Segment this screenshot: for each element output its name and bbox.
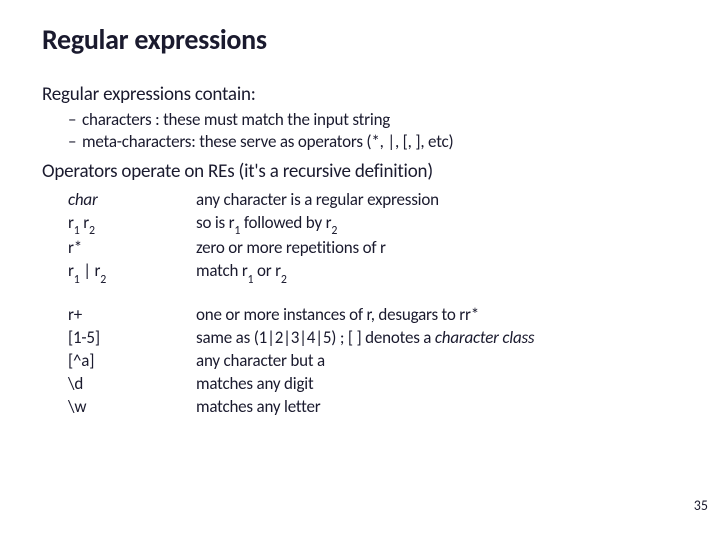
definition-row: r+one or more instances of r, desugars t… <box>68 304 678 327</box>
definition-description: any character is a regular expression <box>196 189 678 212</box>
slide-title: Regular expressions <box>42 22 678 57</box>
definition-row: charany character is a regular expressio… <box>68 189 678 212</box>
definition-term: \d <box>68 373 196 396</box>
slide: Regular expressions Regular expressions … <box>0 0 720 540</box>
definition-description: match r1 or r2 <box>196 260 678 285</box>
definition-term: \w <box>68 396 196 419</box>
page-number: 35 <box>694 497 708 514</box>
sub-item-text: characters : these must match the input … <box>82 109 390 130</box>
definition-term: r1 r2 <box>68 212 196 237</box>
definition-row: [^a]any character but a <box>68 350 678 373</box>
definition-description: matches any digit <box>196 373 678 396</box>
definitions-group-1: charany character is a regular expressio… <box>68 189 678 286</box>
definition-row: r*zero or more repetitions of r <box>68 237 678 260</box>
definition-row: r1 r2so is r1 followed by r2 <box>68 212 678 237</box>
sub-item: –meta-characters: these serve as operato… <box>68 131 678 152</box>
definition-description: zero or more repetitions of r <box>196 237 678 260</box>
sub-item-text: meta-characters: these serve as operator… <box>82 131 453 152</box>
definition-term: [1-5] <box>68 327 196 350</box>
definition-description: matches any letter <box>196 396 678 419</box>
line-contain: Regular expressions contain: <box>42 83 678 106</box>
definition-description: so is r1 followed by r2 <box>196 212 678 237</box>
sub-item: –characters : these must match the input… <box>68 109 678 130</box>
sub-list-1: –characters : these must match the input… <box>68 109 678 152</box>
definition-term: [^a] <box>68 350 196 373</box>
line-operators: Operators operate on REs (it's a recursi… <box>42 160 678 183</box>
definition-description: any character but a <box>196 350 678 373</box>
definition-description: same as (1|2|3|4|5) ; [ ] denotes a char… <box>196 327 678 350</box>
definition-term: r+ <box>68 304 196 327</box>
definition-row: \wmatches any letter <box>68 396 678 419</box>
definition-description: one or more instances of r, desugars to … <box>196 304 678 327</box>
definition-row: [1-5]same as (1|2|3|4|5) ; [ ] denotes a… <box>68 327 678 350</box>
definition-term: r1 | r2 <box>68 260 196 285</box>
definition-term: r* <box>68 237 196 260</box>
definitions-group-2: r+one or more instances of r, desugars t… <box>68 304 678 419</box>
definition-term: char <box>68 189 196 212</box>
definition-row: \dmatches any digit <box>68 373 678 396</box>
definition-row: r1 | r2match r1 or r2 <box>68 260 678 285</box>
